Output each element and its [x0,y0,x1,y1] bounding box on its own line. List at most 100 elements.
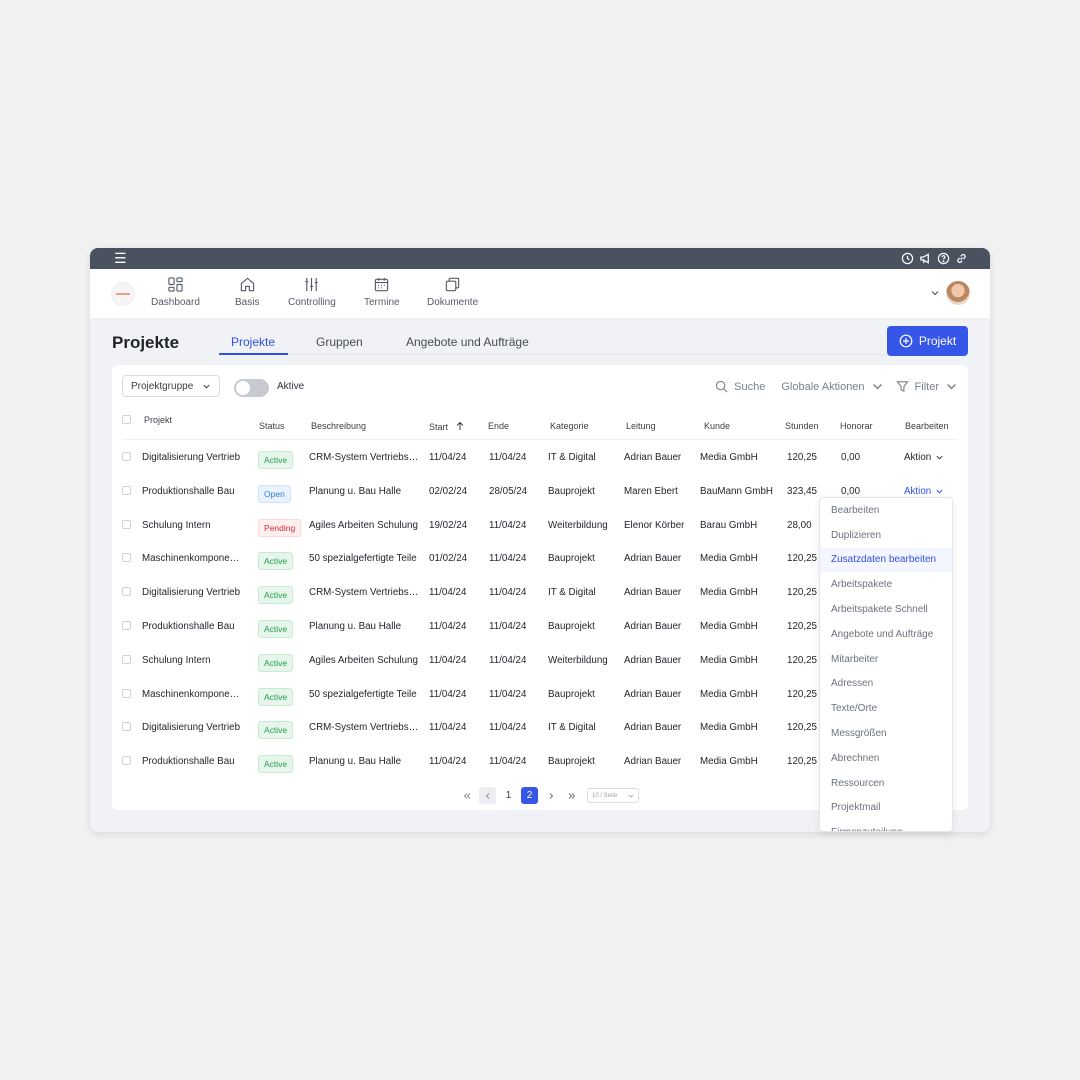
cell-leitung: Adrian Bauer [624,620,682,632]
action-menu-item[interactable]: Arbeitspakete [820,572,952,597]
cell-projekt[interactable]: Schulung Intern [142,655,211,666]
row-checkbox[interactable] [122,553,131,563]
row-checkbox[interactable] [122,620,131,630]
cell-projekt[interactable]: Digitalisierung Vertrieb [142,722,240,733]
nav-dashboard[interactable]: Dashboard [151,276,200,308]
cell-projekt[interactable]: Digitalisierung Vertrieb [142,452,240,463]
cell-kategorie: IT & Digital [548,587,596,599]
col-header-beschreibung[interactable]: Beschreibung [311,421,366,431]
row-action-dropdown[interactable]: Aktion [904,486,944,497]
last-page-icon[interactable] [563,787,580,804]
cell-ende: 11/04/24 [489,587,527,599]
sort-ascending-icon[interactable] [455,421,465,431]
col-header-projekt[interactable]: Projekt [144,415,172,425]
cell-leitung: Adrian Bauer [624,756,682,768]
cell-projekt[interactable]: Maschinenkomponenten [142,553,242,564]
hamburger-icon[interactable]: ☰ [114,248,127,269]
active-toggle[interactable] [234,379,269,397]
cell-stunden: 120,25 [787,688,817,700]
col-header-kunde[interactable]: Kunde [704,421,730,431]
nav-basis[interactable]: Basis [235,276,259,308]
megaphone-icon[interactable] [919,252,932,265]
tab-gruppen[interactable]: Gruppen [316,335,363,349]
action-menu-item[interactable]: Firmenzuteilung [820,820,952,831]
clock-icon[interactable] [901,252,914,265]
link-icon[interactable] [955,252,968,265]
cell-kunde: Media GmbH [700,587,758,599]
cell-ende: 11/04/24 [489,519,527,531]
row-checkbox[interactable] [122,519,131,529]
col-header-status[interactable]: Status [259,421,285,431]
new-project-button[interactable]: Projekt [887,326,968,356]
row-checkbox[interactable] [122,654,131,664]
help-icon[interactable] [937,252,950,265]
cell-ende: 11/04/24 [489,620,527,632]
filter-dropdown[interactable]: Filter [895,380,958,393]
col-header-stunden[interactable]: Stunden [785,421,819,431]
action-menu-item[interactable]: Zusatzdaten bearbeiten [820,547,952,573]
table-row[interactable]: Digitalisierung Vertrieb CRM-System Vertr… [122,440,958,474]
cell-leitung: Adrian Bauer [624,688,682,700]
page-1[interactable]: 1 [500,787,517,804]
row-action-dropdown[interactable]: Aktion [904,452,944,463]
action-menu-item[interactable]: Angebote und Aufträge [820,622,952,647]
col-header-start[interactable]: Start [429,421,465,432]
tab-bar: Projekte Gruppen Angebote und Aufträge [219,329,889,355]
row-checkbox[interactable] [122,452,131,461]
company-logo[interactable] [111,282,135,306]
col-header-leitung[interactable]: Leitung [626,421,656,431]
global-actions-dropdown[interactable]: Globale Aktionen [781,380,883,393]
action-menu-item[interactable]: Abrechnen [820,746,952,771]
page-2[interactable]: 2 [521,787,538,804]
table-controls: Suche Globale Aktionen Filter [715,380,958,393]
action-menu-item[interactable]: Texte/Orte [820,696,952,721]
cell-ende: 11/04/24 [489,553,527,565]
row-checkbox[interactable] [122,688,131,698]
action-menu-item[interactable]: Mitarbeiter [820,647,952,672]
nav-controlling[interactable]: Controlling [288,276,336,308]
action-menu-item[interactable]: Adressen [820,672,952,697]
table-header: Projekt Status Beschreibung Start Ende K… [122,412,958,440]
cell-projekt[interactable]: Produktionshalle Bau [142,486,235,497]
nav-dokumente[interactable]: Dokumente [427,276,478,308]
action-menu-item[interactable]: Ressourcen [820,771,952,796]
action-menu-item[interactable]: Messgrößen [820,721,952,746]
row-checkbox[interactable] [122,485,131,495]
next-page-icon[interactable] [542,787,559,804]
cell-kategorie: Weiterbildung [548,519,608,531]
nav-label: Dokumente [427,297,479,308]
row-checkbox[interactable] [122,587,131,597]
tab-projekte[interactable]: Projekte [231,335,275,349]
cell-beschreibung: Agiles Arbeiten Schulung [309,654,418,666]
action-menu-item[interactable]: Projektmail [820,796,952,821]
chevron-down-icon [872,384,882,390]
status-badge: Active [258,552,294,571]
user-menu[interactable] [930,281,970,305]
prev-page-icon[interactable] [479,787,496,804]
action-menu-item[interactable]: Arbeitspakete Schnell [820,597,952,622]
select-all-checkbox[interactable] [122,415,131,424]
row-checkbox[interactable] [122,722,131,732]
avatar[interactable] [946,281,970,305]
action-menu-item[interactable]: Bearbeiten [820,498,952,523]
col-header-kategorie[interactable]: Kategorie [550,421,589,431]
page-size-select[interactable]: 10 / Seite [587,788,639,803]
cell-projekt[interactable]: Maschinenkomponenten [142,689,242,700]
search-control[interactable]: Suche [715,380,765,393]
cell-leitung: Elenor Körber [624,519,685,531]
cell-projekt[interactable]: Schulung Intern [142,520,211,531]
row-checkbox[interactable] [122,756,131,766]
cell-projekt[interactable]: Digitalisierung Vertrieb [142,587,240,598]
page-title: Projekte [112,333,180,352]
cell-kunde: BauMann GmbH [700,485,773,497]
cell-kunde: Media GmbH [700,654,758,666]
cell-projekt[interactable]: Produktionshalle Bau [142,621,235,632]
nav-termine[interactable]: Termine [364,276,400,308]
cell-projekt[interactable]: Produktionshalle Bau [142,756,235,767]
action-menu-item[interactable]: Duplizieren [820,523,952,548]
col-header-ende[interactable]: Ende [488,421,509,431]
first-page-icon[interactable] [458,787,475,804]
col-header-honorar[interactable]: Honorar [840,421,873,431]
tab-angebote-auftraege[interactable]: Angebote und Aufträge [406,335,529,349]
project-group-select[interactable]: Projektgruppe [122,375,220,397]
